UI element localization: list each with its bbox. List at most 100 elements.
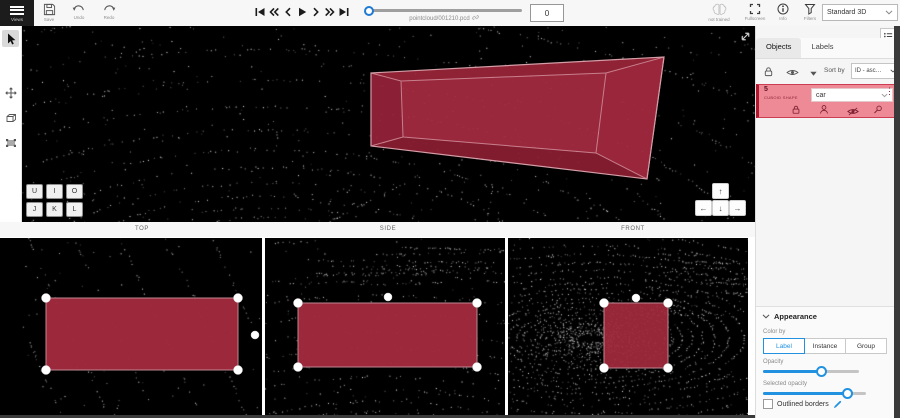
front-view-label: FRONT (621, 226, 645, 232)
ortho-margin (0, 238, 22, 415)
main-menu-button[interactable]: Views (0, 0, 34, 26)
cuboid-tool-button[interactable] (2, 109, 19, 126)
hotkey-l[interactable]: L (66, 202, 83, 217)
eye-off-icon (847, 107, 859, 116)
color-by-label-button[interactable]: Label (763, 338, 805, 354)
resize-handle[interactable] (42, 294, 51, 303)
top-view-label: TOP (135, 226, 149, 232)
fast-forward-button[interactable] (324, 6, 336, 19)
resize-handle[interactable] (664, 364, 673, 373)
pencil-icon[interactable] (833, 400, 842, 409)
selected-opacity-label: Selected opacity (763, 381, 807, 387)
color-by-segmented-control: Label Instance Group (763, 338, 887, 354)
opacity-slider-thumb[interactable] (816, 366, 827, 377)
outlined-borders-row: Outlined borders (763, 399, 842, 409)
cuboid-annotation[interactable] (22, 26, 755, 222)
object-row[interactable]: 5 CUBOID SHAPE car ⋮ (756, 84, 896, 118)
pin-object-button[interactable] (873, 102, 883, 120)
class-select[interactable]: car (811, 88, 893, 102)
side-view-panel[interactable] (265, 238, 505, 415)
next-frame-button[interactable] (310, 6, 322, 19)
outlined-borders-checkbox[interactable] (763, 399, 773, 409)
selected-opacity-slider-thumb[interactable] (842, 388, 853, 399)
ortho-views (0, 237, 755, 418)
triangle-down-icon (809, 69, 818, 78)
tab-objects[interactable]: Objects (756, 38, 801, 58)
play-button[interactable] (296, 6, 308, 19)
hotkey-j[interactable]: J (26, 202, 43, 217)
appearance-header[interactable]: Appearance (762, 312, 817, 321)
skip-last-button[interactable] (338, 6, 350, 19)
move-tool-button[interactable] (2, 84, 19, 101)
side-view-annotation[interactable] (265, 238, 505, 415)
expand-view-button[interactable] (739, 30, 752, 43)
tab-labels[interactable]: Labels (801, 38, 843, 58)
resize-handle[interactable] (600, 364, 609, 373)
cursor-icon (5, 33, 17, 45)
rotate-handle[interactable] (251, 331, 259, 339)
region-tool-button[interactable] (2, 134, 19, 151)
redo-button[interactable]: Redo (94, 3, 124, 20)
cuboid-icon (5, 112, 17, 124)
sort-select[interactable]: ID - asc… (851, 63, 900, 79)
redo-icon (102, 3, 116, 14)
pin-icon (873, 104, 883, 115)
undo-icon (72, 3, 86, 14)
assign-user-button[interactable] (819, 102, 829, 120)
pan-left-button[interactable]: ← (695, 200, 712, 216)
rotate-handle[interactable] (384, 293, 392, 301)
panel-tabs: Objects Labels (756, 38, 895, 59)
color-by-instance-button[interactable]: Instance (805, 338, 846, 354)
frame-slider[interactable] (366, 9, 522, 12)
select-tool-button[interactable] (2, 30, 19, 47)
front-view-panel[interactable] (508, 238, 748, 415)
visibility-all-button[interactable] (786, 64, 799, 82)
resize-handle[interactable] (234, 366, 243, 375)
resize-handle[interactable] (294, 363, 303, 372)
top-toolbar: Views Save Undo Redo pointcloud/001210.p… (0, 0, 900, 26)
menu-label: Views (11, 17, 23, 22)
color-by-group-button[interactable]: Group (846, 338, 887, 354)
top-view-annotation[interactable] (22, 238, 262, 415)
lock-all-button[interactable] (763, 64, 774, 82)
fullscreen-icon (749, 3, 761, 15)
pan-down-button[interactable]: ↓ (712, 200, 729, 216)
object-menu-button[interactable]: ⋮ (885, 87, 894, 96)
appearance-section: Appearance Color by Label Instance Group… (756, 306, 895, 418)
opacity-slider[interactable] (763, 370, 859, 373)
undo-button[interactable]: Undo (64, 3, 94, 20)
pan-up-button[interactable]: ↑ (712, 183, 729, 199)
resize-handle[interactable] (664, 299, 673, 308)
resize-handle[interactable] (473, 363, 482, 372)
pan-right-button[interactable]: → (729, 200, 746, 216)
filter-dropdown-button[interactable] (809, 65, 818, 83)
hotkey-u[interactable]: U (26, 184, 43, 199)
frame-number-input[interactable] (530, 4, 564, 22)
top-view-panel[interactable] (22, 238, 262, 415)
resize-handle[interactable] (600, 299, 609, 308)
selected-opacity-slider[interactable] (763, 392, 866, 395)
hide-object-button[interactable] (847, 103, 859, 121)
vertical-scrollbar[interactable] (894, 26, 900, 418)
region-select-icon (5, 137, 17, 149)
resize-handle[interactable] (234, 294, 243, 303)
hotkey-k[interactable]: K (46, 202, 63, 217)
hotkey-o[interactable]: O (66, 184, 83, 199)
hotkey-i[interactable]: I (46, 184, 63, 199)
save-button[interactable]: Save (34, 3, 64, 22)
outlined-borders-label: Outlined borders (777, 401, 829, 408)
skip-first-button[interactable] (254, 6, 266, 19)
ml-assist-button[interactable]: not trained (702, 3, 736, 22)
rotate-handle[interactable] (632, 294, 640, 302)
rotation-hotkeys: U I O J K L (26, 184, 83, 220)
resize-handle[interactable] (473, 299, 482, 308)
view-mode-select[interactable]: Standard 3D (822, 4, 898, 21)
resize-handle[interactable] (294, 299, 303, 308)
front-view-annotation[interactable] (508, 238, 748, 415)
resize-handle[interactable] (42, 366, 51, 375)
previous-frame-button[interactable] (282, 6, 294, 19)
lock-object-button[interactable] (791, 102, 801, 120)
fast-backward-button[interactable] (268, 6, 280, 19)
info-icon (777, 3, 789, 15)
main-3d-view[interactable]: U I O J K L ↑ ← ↓ → (22, 26, 755, 222)
